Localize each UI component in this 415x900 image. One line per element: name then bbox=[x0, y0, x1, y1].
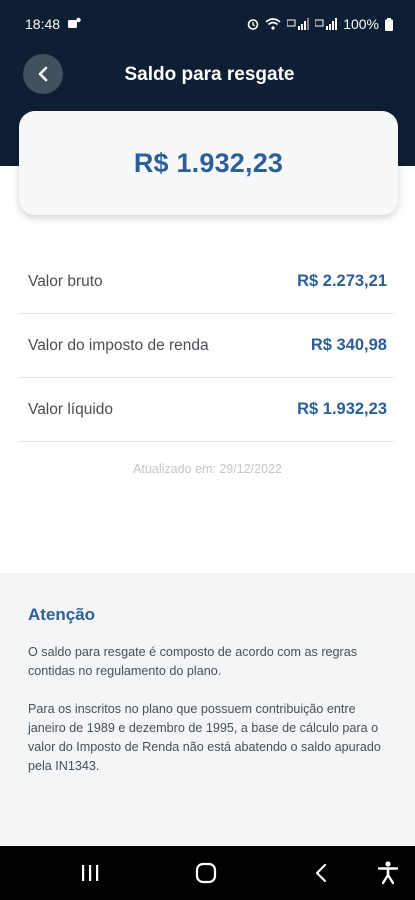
attention-title: Atenção bbox=[28, 605, 96, 624]
attention-panel: Atenção O saldo para resgate é composto … bbox=[0, 573, 415, 846]
alarm-icon bbox=[247, 19, 259, 30]
home-button[interactable] bbox=[176, 846, 236, 900]
detail-label: Valor líquido bbox=[28, 400, 114, 418]
wifi-icon bbox=[265, 18, 281, 30]
detail-value: R$ 2.273,21 bbox=[297, 272, 387, 290]
signal-icon bbox=[287, 18, 310, 30]
status-time: 18:48 bbox=[25, 16, 61, 32]
status-icons: 100% bbox=[247, 16, 393, 32]
detail-row-tax: Valor do imposto de renda R$ 340,98 bbox=[18, 314, 395, 378]
battery-percent: 100% bbox=[343, 16, 379, 32]
attention-paragraph: O saldo para resgate é composto de acord… bbox=[28, 645, 358, 678]
detail-label: Valor bruto bbox=[28, 272, 103, 290]
accessibility-button[interactable] bbox=[358, 846, 415, 900]
system-nav-bar bbox=[0, 846, 415, 900]
balance-card: R$ 1.932,23 bbox=[19, 111, 398, 215]
status-bar: 18:48 100% bbox=[0, 0, 415, 48]
balance-value: R$ 1.932,23 bbox=[133, 147, 284, 178]
back-icon bbox=[315, 863, 327, 883]
battery-icon bbox=[385, 17, 393, 31]
detail-row-gross: Valor bruto R$ 2.273,21 bbox=[18, 250, 395, 314]
home-icon bbox=[195, 862, 217, 884]
detail-value: R$ 1.932,23 bbox=[297, 400, 387, 418]
details-list: Valor bruto R$ 2.273,21 Valor do imposto… bbox=[18, 250, 395, 442]
detail-row-net: Valor líquido R$ 1.932,23 bbox=[18, 378, 395, 442]
detail-value: R$ 340,98 bbox=[310, 336, 387, 354]
recent-apps-icon bbox=[82, 865, 99, 881]
page-title: Saldo para resgate bbox=[124, 64, 295, 85]
signal-icon bbox=[315, 18, 338, 30]
notification-icon bbox=[68, 17, 81, 28]
recent-apps-button[interactable] bbox=[60, 846, 120, 900]
accessibility-icon bbox=[378, 861, 398, 885]
nav-back-button[interactable] bbox=[291, 846, 351, 900]
updated-date: Atualizado em: 29/12/2022 bbox=[133, 462, 282, 476]
detail-label: Valor do imposto de renda bbox=[28, 336, 209, 354]
attention-paragraph: Para os inscritos no plano que possuem c… bbox=[28, 702, 381, 773]
